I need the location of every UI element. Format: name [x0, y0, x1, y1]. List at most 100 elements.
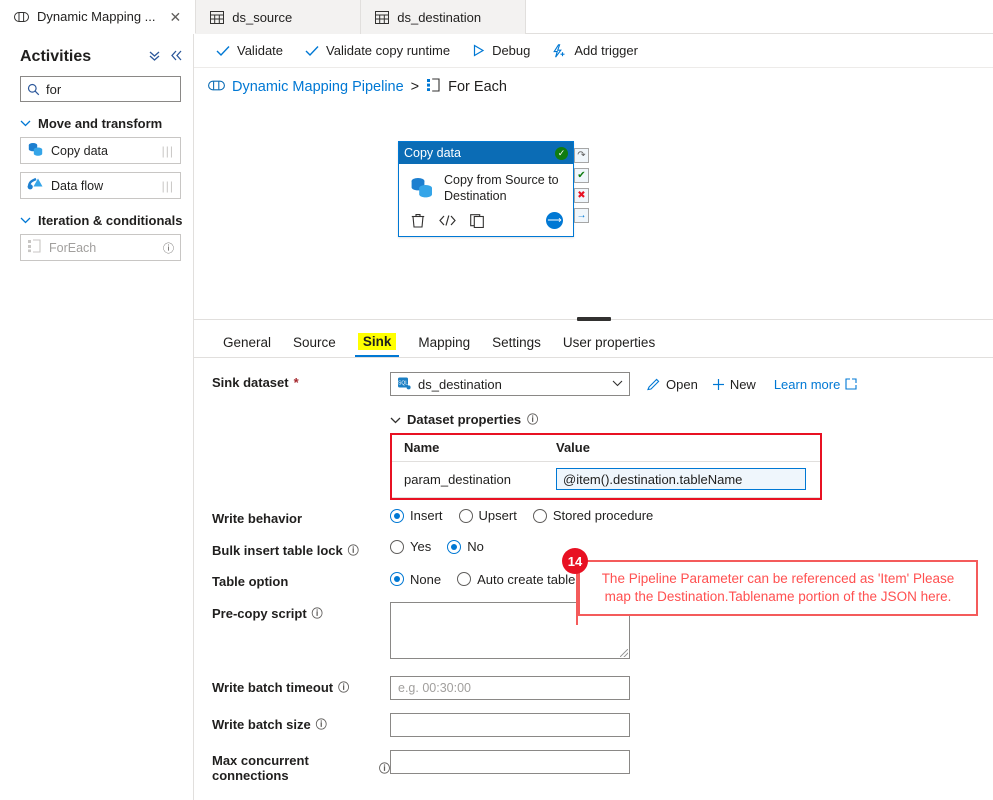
radio-upsert[interactable]: Upsert [458, 508, 517, 523]
required-marker: * [293, 375, 299, 390]
annotation-text: The Pipeline Parameter can be referenced… [601, 571, 955, 605]
learn-more-link[interactable]: Learn more [774, 377, 857, 392]
tab-label: Sink [357, 333, 397, 350]
tab-source[interactable]: Source [282, 331, 347, 357]
tab-user-properties[interactable]: User properties [552, 331, 666, 357]
info-icon[interactable]: ⓘ [312, 605, 323, 621]
open-label: Open [666, 376, 698, 392]
parameter-value-input[interactable]: @item().destination.tableName [556, 468, 806, 490]
radio-none[interactable]: None [390, 572, 441, 587]
radio-indicator [458, 508, 473, 523]
validate-button[interactable]: Validate [208, 40, 291, 61]
tab-label: ds_destination [397, 9, 482, 25]
add-trigger-button[interactable]: Add trigger [544, 40, 646, 61]
failure-connector-icon[interactable]: ✖ [574, 188, 589, 203]
success-connector-icon[interactable]: ✔ [574, 168, 589, 183]
write-batch-size-input[interactable] [390, 713, 630, 737]
debug-label: Debug [492, 43, 531, 58]
delete-icon[interactable] [411, 213, 425, 228]
info-icon[interactable]: ⓘ [379, 760, 390, 776]
chevron-down-icon [20, 215, 31, 227]
radio-stored-procedure[interactable]: Stored procedure [532, 508, 654, 523]
activity-group-move-and-transform[interactable]: Move and transform [20, 116, 193, 131]
dataset-table-icon [210, 10, 225, 24]
max-concurrent-connections-input[interactable] [390, 750, 630, 774]
activity-item-copy-data[interactable]: Copy data ||| [20, 137, 181, 164]
max-concurrent-connections-label: Max concurrent connections ⓘ [194, 750, 390, 783]
activity-node-connectors: ↷ ✔ ✖ → [574, 148, 589, 223]
table-row: param_destination @item().destination.ta… [392, 461, 820, 498]
write-batch-timeout-input[interactable]: e.g. 00:30:00 [390, 676, 630, 700]
activity-group-label: Move and transform [38, 116, 163, 131]
drag-handle-icon[interactable]: ||| [162, 144, 174, 158]
activities-header: Activities [0, 34, 193, 72]
info-icon[interactable]: ⓘ [316, 716, 327, 732]
dataset-properties-row: Dataset properties ⓘ Name Value param_de… [194, 409, 993, 500]
label-text: Sink dataset [212, 375, 289, 390]
validate-copy-runtime-label: Validate copy runtime [326, 43, 451, 58]
pipeline-editor-region: Validate Validate copy runtime Debug Add… [194, 34, 993, 800]
tab-general[interactable]: General [212, 331, 282, 357]
radio-yes[interactable]: Yes [390, 539, 431, 554]
pipeline-canvas[interactable]: Copy data ✓ Copy from Source to Destinat… [194, 104, 993, 319]
column-header-name: Name [392, 435, 544, 462]
drag-handle-icon[interactable]: ||| [162, 179, 174, 193]
tab-settings[interactable]: Settings [481, 331, 552, 357]
activity-item-data-flow[interactable]: Data flow ||| [20, 172, 181, 199]
open-dataset-button[interactable]: Open [646, 377, 698, 392]
tab-label: Dynamic Mapping ... [37, 9, 156, 24]
sql-dataset-icon: SQL [397, 376, 411, 393]
dataset-table-icon [375, 10, 390, 24]
search-value: for [46, 81, 62, 97]
tab-label: Settings [492, 335, 541, 350]
check-icon [216, 45, 230, 57]
radio-indicator [457, 572, 472, 586]
info-icon[interactable]: ⓘ [338, 679, 349, 695]
info-icon[interactable]: ⓘ [348, 542, 359, 558]
completion-connector-icon[interactable]: → [574, 208, 589, 223]
copy-data-icon [27, 141, 44, 160]
label-text: Pre-copy script [212, 605, 307, 621]
new-dataset-button[interactable]: New [712, 377, 756, 392]
activity-node-copy-data[interactable]: Copy data ✓ Copy from Source to Destinat… [398, 141, 574, 238]
sink-form: Sink dataset * SQL ds_destination Open N… [194, 358, 993, 783]
activity-item-label: Copy data [51, 143, 108, 158]
sink-dataset-row: Sink dataset * SQL ds_destination Open N… [194, 372, 993, 396]
double-chevron-down-icon[interactable] [148, 49, 161, 65]
copy-data-icon [409, 175, 435, 203]
editor-tab-strip: Dynamic Mapping ... ✕ ds_source ds_desti… [0, 0, 993, 34]
editor-body: Activities for Move and transform Copy d… [0, 34, 993, 800]
skipped-connector-icon[interactable]: ↷ [574, 148, 589, 163]
add-trigger-label: Add trigger [574, 43, 638, 58]
search-input[interactable]: for [20, 76, 181, 102]
breadcrumb-root-link[interactable]: Dynamic Mapping Pipeline [232, 79, 404, 95]
tab-ds-source[interactable]: ds_source [196, 0, 362, 34]
clone-icon[interactable] [470, 213, 485, 228]
code-icon[interactable] [439, 214, 456, 227]
debug-button[interactable]: Debug [464, 40, 538, 61]
plus-icon [712, 378, 725, 391]
validate-copy-runtime-button[interactable]: Validate copy runtime [297, 40, 458, 61]
double-chevron-left-icon[interactable] [170, 49, 183, 65]
tab-label: General [223, 335, 272, 350]
radio-insert[interactable]: Insert [390, 508, 443, 523]
lightning-plus-icon [552, 43, 567, 58]
parameter-name: param_destination [392, 461, 544, 498]
activity-group-iteration-conditionals[interactable]: Iteration & conditionals [20, 213, 193, 228]
chevron-down-icon [612, 379, 623, 390]
close-icon[interactable]: ✕ [170, 10, 182, 24]
sink-dataset-dropdown[interactable]: SQL ds_destination [390, 372, 630, 396]
radio-no[interactable]: No [447, 539, 484, 554]
arrow-right-circle-icon[interactable]: ⟶ [546, 212, 563, 230]
tab-dynamic-mapping-pipeline[interactable]: Dynamic Mapping ... ✕ [0, 0, 197, 34]
dataset-properties-toggle[interactable]: Dataset properties ⓘ [390, 411, 538, 427]
radio-label: Stored procedure [552, 508, 654, 523]
activity-item-foreach[interactable]: ForEach ⓘ [20, 234, 181, 261]
info-icon[interactable]: ⓘ [527, 411, 538, 427]
chevron-down-icon [20, 118, 31, 130]
tab-mapping[interactable]: Mapping [407, 331, 481, 357]
info-icon[interactable]: ⓘ [163, 240, 174, 256]
radio-indicator [447, 539, 462, 554]
tab-ds-destination[interactable]: ds_destination [361, 0, 527, 34]
tab-sink[interactable]: Sink [347, 329, 408, 357]
